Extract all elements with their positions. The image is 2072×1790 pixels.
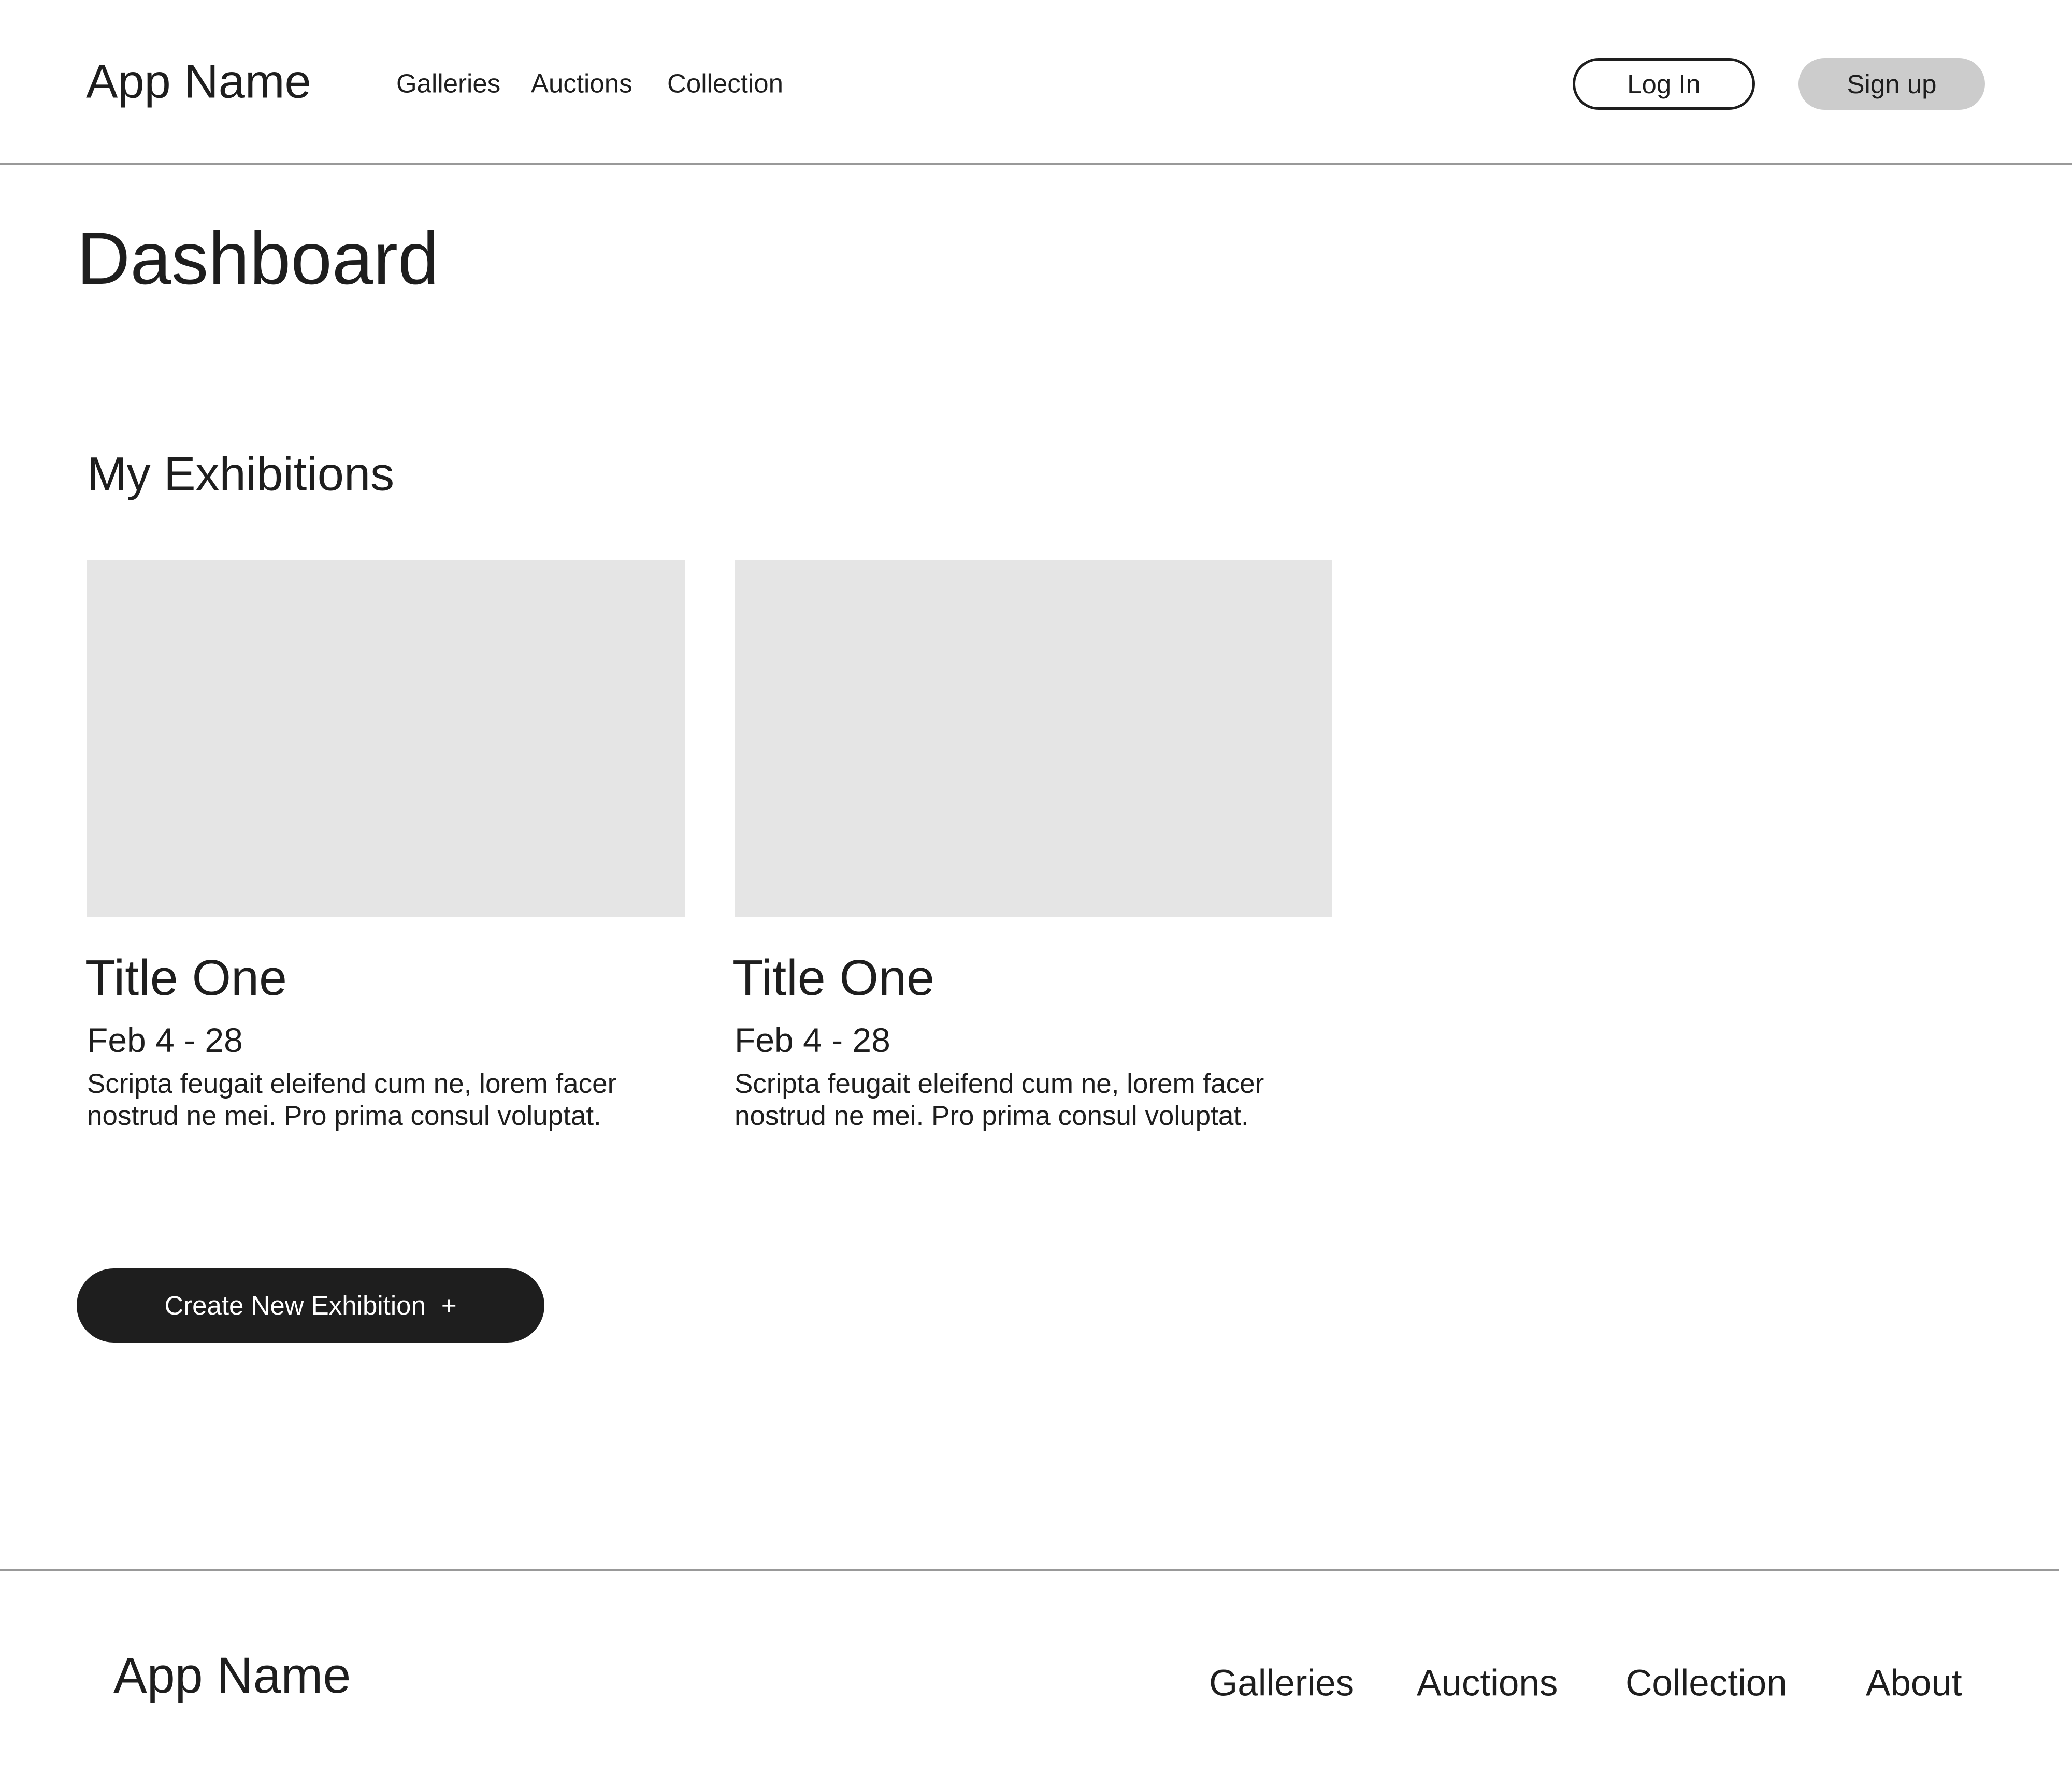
exhibition-card[interactable]: Title One Feb 4 - 28 Scripta feugait ele… <box>732 560 1332 1131</box>
footer-link-about[interactable]: About <box>1866 1663 1962 1705</box>
footer-divider <box>0 1569 2059 1571</box>
plus-icon: + <box>441 1291 457 1320</box>
nav-galleries[interactable]: Galleries <box>396 68 500 99</box>
create-button-label: Create New Exhibition <box>164 1291 426 1320</box>
footer-link-collection[interactable]: Collection <box>1625 1663 1787 1705</box>
exhibition-title: Title One <box>732 949 934 1006</box>
header-divider <box>0 163 2072 165</box>
exhibition-image-placeholder <box>735 560 1332 917</box>
exhibition-image-placeholder <box>87 560 685 917</box>
footer-app-logo[interactable]: App Name <box>113 1647 351 1705</box>
footer-link-auctions[interactable]: Auctions <box>1417 1663 1558 1705</box>
nav-auctions[interactable]: Auctions <box>531 68 632 99</box>
exhibition-date: Feb 4 - 28 <box>87 1021 243 1059</box>
exhibition-card[interactable]: Title One Feb 4 - 28 Scripta feugait ele… <box>85 560 685 1131</box>
signup-button[interactable]: Sign up <box>1798 58 1985 110</box>
page-title: Dashboard <box>77 218 439 300</box>
section-title: My Exhibitions <box>87 447 395 501</box>
nav-collection[interactable]: Collection <box>667 68 783 99</box>
exhibition-description: Scripta feugait eleifend cum ne, lorem f… <box>735 1069 1264 1131</box>
exhibition-title: Title One <box>85 949 287 1006</box>
exhibition-date: Feb 4 - 28 <box>735 1021 890 1059</box>
exhibition-description: Scripta feugait eleifend cum ne, lorem f… <box>87 1069 617 1131</box>
create-exhibition-button[interactable]: Create New Exhibition + <box>77 1268 544 1342</box>
footer-link-galleries[interactable]: Galleries <box>1209 1663 1354 1705</box>
app-logo[interactable]: App Name <box>86 55 311 109</box>
login-button[interactable]: Log In <box>1573 58 1755 110</box>
